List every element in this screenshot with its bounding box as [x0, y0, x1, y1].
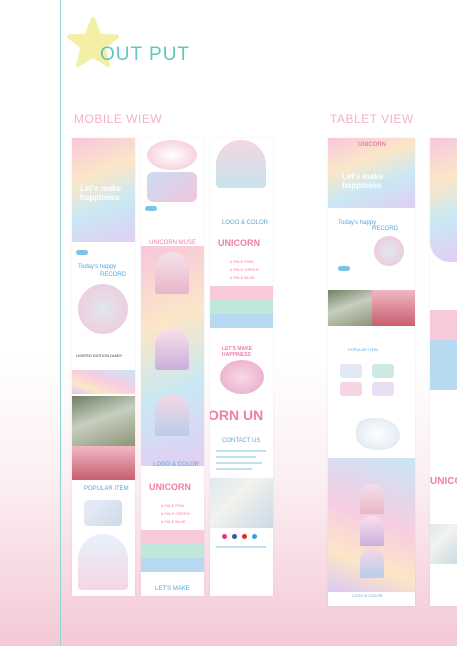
logo-color-label: LOGO & COLOR [153, 462, 200, 468]
cloud-icon [145, 206, 157, 211]
twitter-icon[interactable] [252, 534, 257, 539]
footer-line [216, 546, 266, 548]
brand-logo[interactable]: UNICORN [358, 142, 386, 149]
product-set-image [147, 172, 197, 202]
contact-line [216, 450, 266, 452]
vertical-divider-line [60, 0, 61, 646]
character-illustration [372, 290, 415, 326]
contact-line [216, 456, 256, 458]
lets-make-happiness-text: LET'S MAKE HAPPINESS [222, 346, 253, 358]
record-text: RECORD [100, 272, 127, 278]
mobile-screen-1: Let's make happiness Today's happy RECOR… [72, 138, 135, 596]
muse-portrait-2 [360, 516, 384, 546]
instagram-icon[interactable] [222, 534, 227, 539]
swatch-pink [430, 310, 457, 340]
logo-color-label: LOGO & COLOR [222, 220, 269, 226]
product-thumb-4[interactable] [372, 382, 394, 396]
hero-title: Let's make happiness [342, 172, 384, 190]
muse-portrait-3 [155, 394, 189, 436]
unicorn-logo: UNICORN [149, 482, 191, 492]
swatch-pink [210, 286, 273, 300]
character-illustration [72, 446, 135, 480]
record-text: RECORD [372, 226, 399, 232]
mobile-screen-2: UNICORN MUSE LOGO & COLOR UNICORN # PALE… [141, 138, 204, 596]
tablet-screen-2: UNICORN [430, 138, 457, 606]
facebook-icon[interactable] [232, 534, 237, 539]
swatch-blue [210, 314, 273, 328]
swatch-green [141, 544, 204, 558]
logo-color-label: LOGO & COLOR [352, 593, 383, 598]
gradient-strip [72, 370, 135, 394]
unicorn-photo [72, 396, 135, 446]
location-map[interactable] [430, 524, 457, 564]
swatch-pink [141, 530, 204, 544]
unicorn-banner-text: ORN UN [210, 407, 264, 423]
color-name-pink: # PALE PINK [161, 503, 185, 508]
unicorn-banner-text: UNICORN [430, 476, 457, 487]
muse-portrait-1 [155, 252, 189, 294]
color-name-pink: # PALE PINK [230, 259, 254, 264]
color-name-green: # PALE GREEN [161, 511, 190, 516]
youtube-icon[interactable] [242, 534, 247, 539]
cloud-icon [76, 250, 88, 255]
lets-make-label: LET'S MAKE [155, 586, 190, 592]
product-thumb-1[interactable] [340, 364, 362, 378]
mobile-screen-3: LOGO & COLOR UNICORN # PALE PINK # PALE … [210, 138, 273, 596]
diary-product-image [374, 236, 404, 266]
unicorn-logo: UNICORN [218, 238, 260, 248]
contact-us-label: CONTACT US [222, 438, 261, 444]
swatch-blue [430, 340, 457, 390]
popular-item-label: POPULAR ITEM [348, 347, 378, 352]
product-thumb-2[interactable] [372, 364, 394, 378]
cloud-icon [338, 266, 350, 271]
limited-edition-label: LIMITED EDITION DIARY [76, 353, 123, 358]
unicorn-photo [328, 290, 372, 326]
popular-product-image [84, 500, 122, 526]
diary-product-image [78, 284, 128, 334]
product-thumb-3[interactable] [340, 382, 362, 396]
todays-happy-text: Today's happy [78, 264, 117, 270]
contact-line [216, 468, 252, 470]
todays-happy-text: Today's happy [338, 220, 377, 226]
tablet-screen-1: UNICORN Let's make happiness Today's hap… [328, 138, 415, 606]
color-name-blue: # PALE BLUE [161, 519, 186, 524]
muse-portrait-3 [360, 548, 384, 578]
headphones-image[interactable] [147, 140, 197, 170]
color-name-blue: # PALE BLUE [230, 275, 255, 280]
muse-portrait-2 [155, 328, 189, 370]
swatch-green [210, 300, 273, 314]
hero-title: Let's make happiness [80, 184, 122, 202]
product-card [78, 534, 128, 590]
tablet-view-label: TABLET VIEW [330, 112, 414, 126]
swatch-blue [141, 558, 204, 572]
location-map[interactable] [210, 478, 273, 528]
heart-product-image [220, 360, 264, 394]
mobile-view-label: MOBILE WIEW [74, 112, 163, 126]
popular-item-label: POPULAR ITEM [84, 486, 129, 492]
pegasus-image [356, 418, 400, 450]
color-name-green: # PALE GREEN [230, 267, 259, 272]
muse-portrait-1 [360, 484, 384, 514]
contact-line [216, 462, 262, 464]
page-title: OUT PUT [100, 44, 191, 65]
muse-portrait-top [216, 140, 266, 188]
hero-banner [430, 138, 457, 262]
